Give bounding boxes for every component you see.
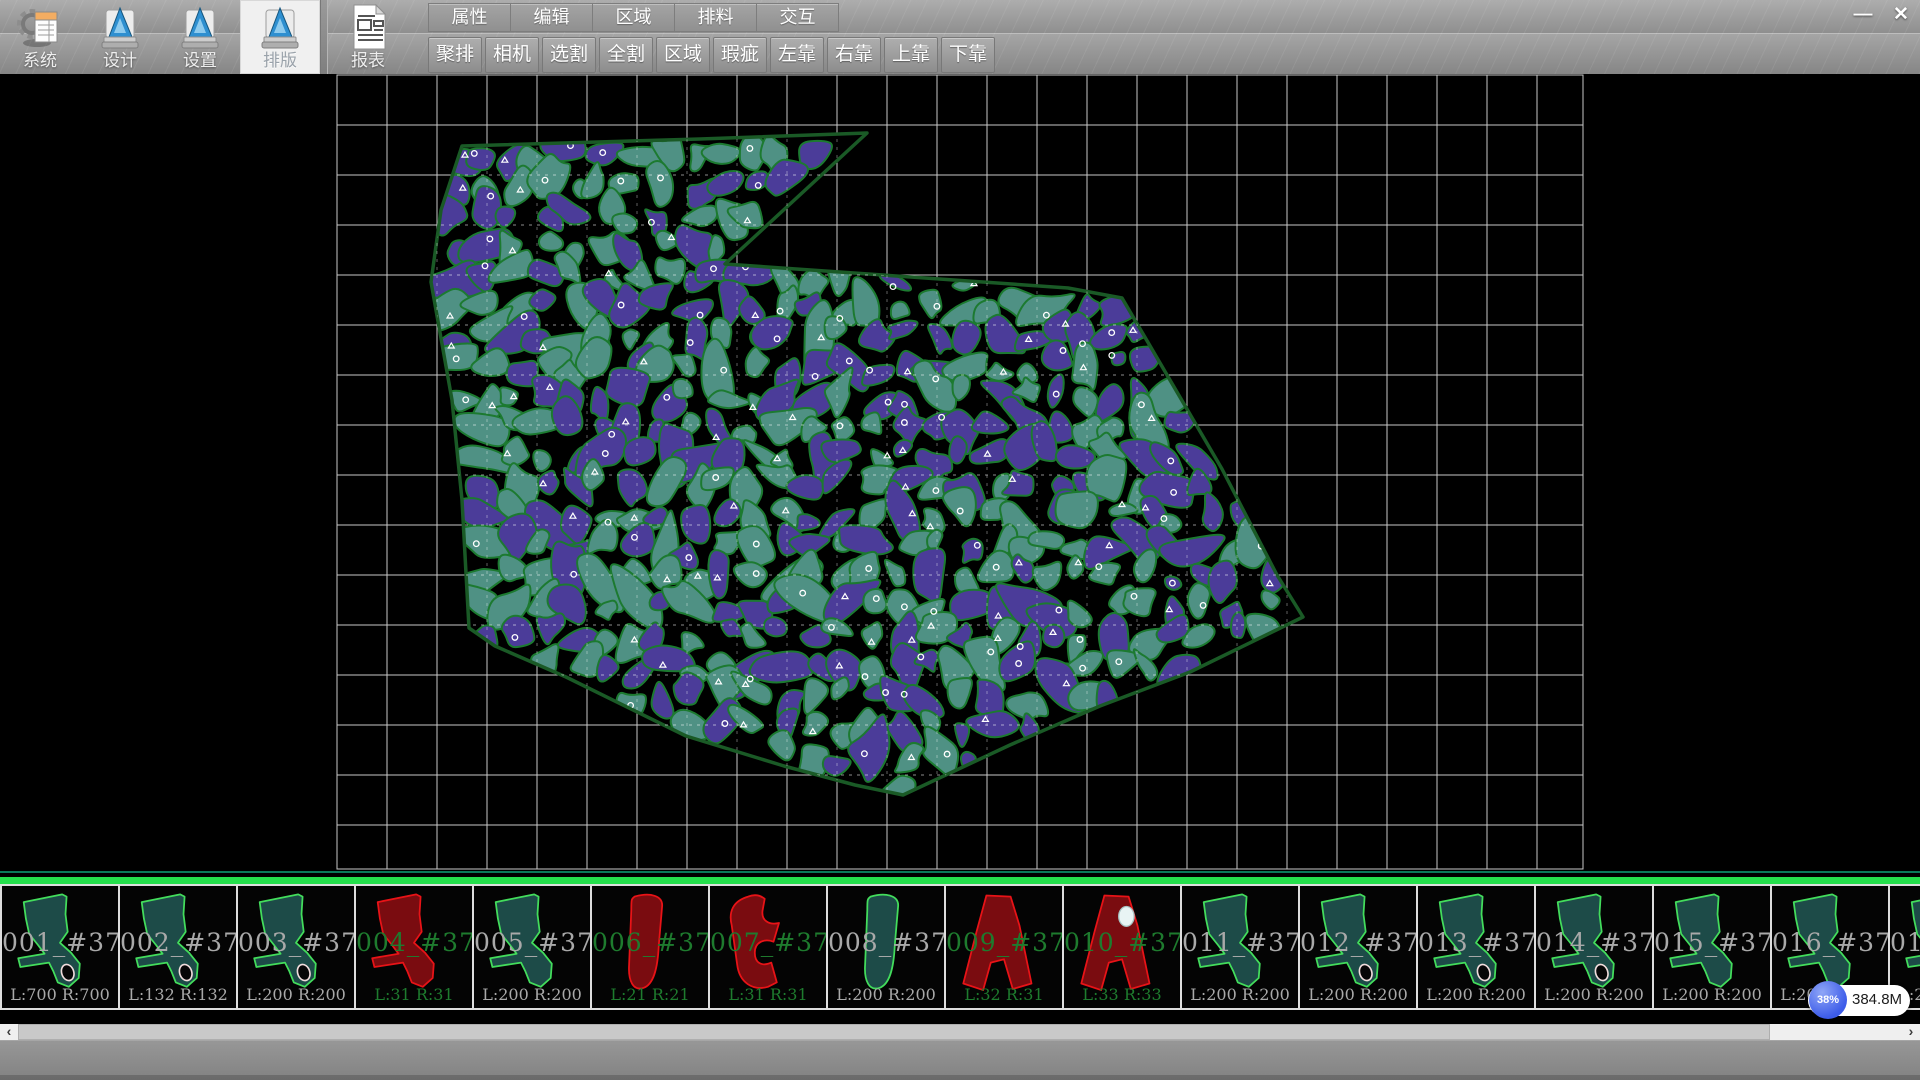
- nav-button-design-ruler[interactable]: 设计: [80, 0, 160, 74]
- nav-button-label: 系统: [23, 51, 57, 71]
- header-bar: 系统 设计 设置 排版 报表 属性编辑区域排料交互 聚排相机选割全割区域瑕疵左靠…: [0, 0, 1920, 74]
- piece-thumbnail: [241, 888, 351, 1002]
- progress-circle: 38%: [1809, 981, 1847, 1019]
- set-square-icon: [257, 4, 303, 50]
- tool-button[interactable]: 上靠: [884, 37, 938, 73]
- tool-button[interactable]: 全割: [599, 37, 653, 73]
- thumbnail-cell[interactable]: 005_#37 L:200 R:200: [472, 886, 590, 1008]
- nav-button-label: 设计: [103, 51, 137, 71]
- canvas-bottom-line: [0, 871, 1920, 873]
- piece-thumbnail: [1303, 888, 1413, 1002]
- set-square-icon: [97, 4, 143, 50]
- piece-thumbnail: [359, 888, 469, 1002]
- nav-button-label: 排版: [263, 51, 297, 71]
- thumbnail-cell[interactable]: 006_#37 L:21 R:21: [590, 886, 708, 1008]
- nav-button-report-doc[interactable]: 报表: [328, 0, 408, 74]
- piece-thumbnail: [949, 888, 1059, 1002]
- thumbnail-cell[interactable]: 011_#37 L:200 R:200: [1180, 886, 1298, 1008]
- set-square-icon: [177, 4, 223, 50]
- tool-button[interactable]: 区域: [656, 37, 710, 73]
- menu-tab[interactable]: 排料: [675, 3, 757, 32]
- tool-button[interactable]: 下靠: [941, 37, 995, 73]
- thumbnail-scrollbar[interactable]: ‹ ›: [0, 1024, 1920, 1040]
- report-doc-icon: [345, 3, 391, 51]
- piece-thumbnail: [477, 888, 587, 1002]
- scrollbar-thumb[interactable]: [18, 1024, 1770, 1040]
- menu-tab[interactable]: 区域: [593, 3, 675, 32]
- tool-button-bar: 聚排相机选割全割区域瑕疵左靠右靠上靠下靠: [428, 37, 995, 73]
- piece-thumbnail: [1421, 888, 1531, 1002]
- piece-thumbnail: [1539, 888, 1649, 1002]
- tool-button[interactable]: 右靠: [827, 37, 881, 73]
- thumbnail-cell[interactable]: 015_#37 L:200 R:200: [1652, 886, 1770, 1008]
- tool-button[interactable]: 瑕疵: [713, 37, 767, 73]
- nav-button-label: 设置: [183, 51, 217, 71]
- piece-thumbnail: [831, 888, 941, 1002]
- progress-percent-label: 38%: [1817, 994, 1839, 1006]
- system-gear-icon: [15, 4, 65, 50]
- menu-tab[interactable]: 交互: [757, 3, 839, 32]
- thumbnail-cell[interactable]: 007_#37 L:31 R:31: [708, 886, 826, 1008]
- piece-thumbnail: [123, 888, 233, 1002]
- thumbnail-cell[interactable]: 003_#37 L:200 R:200: [236, 886, 354, 1008]
- scroll-right-arrow[interactable]: ›: [1902, 1024, 1920, 1040]
- nav-button-system-gear[interactable]: 系统: [0, 0, 80, 74]
- tool-button[interactable]: 选割: [542, 37, 596, 73]
- tool-button[interactable]: 相机: [485, 37, 539, 73]
- thumbnail-cell[interactable]: 002_#37 L:132 R:132: [118, 886, 236, 1008]
- nav-button-label: 报表: [351, 51, 385, 71]
- app-nav: 系统 设计 设置 排版 报表: [0, 0, 408, 74]
- window-controls: — ✕: [1848, 2, 1916, 28]
- tool-button[interactable]: 聚排: [428, 37, 482, 73]
- piece-thumbnail-strip: 001_#37 L:700 R:700 002_#37 L:132 R:132 …: [0, 884, 1920, 1010]
- thumbnail-cell[interactable]: 009_#37 L:32 R:31: [944, 886, 1062, 1008]
- nav-separator: [320, 0, 328, 74]
- application-window: { "window": {"minimize": "—", "close": "…: [0, 0, 1920, 1080]
- minimize-button[interactable]: —: [1848, 2, 1878, 28]
- piece-thumbnail: [1185, 888, 1295, 1002]
- piece-thumbnail: [1067, 888, 1177, 1002]
- nesting-canvas-svg[interactable]: [0, 74, 1920, 881]
- thumbnail-cell[interactable]: 010_#37 L:33 R:33: [1062, 886, 1180, 1008]
- thumbnail-cell[interactable]: 001_#37 L:700 R:700: [0, 886, 118, 1008]
- tool-button[interactable]: 左靠: [770, 37, 824, 73]
- menu-tab[interactable]: 编辑: [511, 3, 593, 32]
- status-bar: [0, 1040, 1920, 1080]
- thumbnail-cell[interactable]: 012_#37 L:200 R:200: [1298, 886, 1416, 1008]
- piece-thumbnail: [595, 888, 705, 1002]
- strip-separator-line: [0, 877, 1920, 884]
- nesting-canvas[interactable]: [0, 74, 1920, 881]
- thumbnail-cell[interactable]: 004_#37 L:31 R:31: [354, 886, 472, 1008]
- thumbnail-cell[interactable]: 008_#37 L:200 R:200: [826, 886, 944, 1008]
- piece-thumbnail: [5, 888, 115, 1002]
- piece-thumbnail: [713, 888, 823, 1002]
- scroll-left-arrow[interactable]: ‹: [0, 1024, 18, 1040]
- nav-button-settings-ruler[interactable]: 设置: [160, 0, 240, 74]
- thumbnail-cell[interactable]: 013_#37 L:200 R:200: [1416, 886, 1534, 1008]
- nav-button-nesting-ruler[interactable]: 排版: [240, 0, 320, 74]
- thumbnail-cell[interactable]: 014_#37 L:200 R:200: [1534, 886, 1652, 1008]
- memory-label: 384.8M: [1852, 991, 1902, 1008]
- memory-badge: 38% 384.8M: [1808, 985, 1910, 1016]
- menu-tab-bar: 属性编辑区域排料交互: [428, 3, 839, 32]
- menu-tab[interactable]: 属性: [428, 3, 511, 32]
- close-button[interactable]: ✕: [1886, 2, 1916, 28]
- piece-thumbnail: [1657, 888, 1767, 1002]
